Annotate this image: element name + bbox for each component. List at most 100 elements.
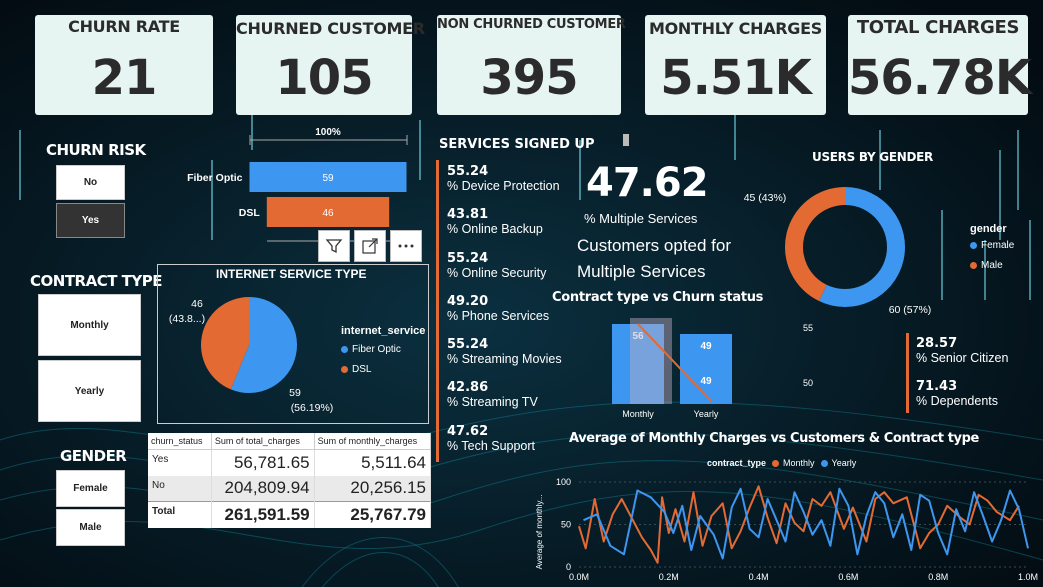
secondary-axis-tick: 50 (803, 378, 813, 388)
y-axis-label: Average of monthly... (535, 495, 544, 570)
pie-label-dsl: 46 (191, 298, 203, 310)
kpi-card-churn-rate: CHURN RATE 21 (35, 15, 213, 115)
table-row: No 204,809.94 20,256.15 (148, 475, 432, 502)
slicer-title-churn-risk: CHURN RISK (46, 141, 146, 159)
matrix-cell: 261,591.59 (211, 501, 315, 528)
service-label: % Streaming TV (447, 395, 538, 410)
multiple-services-label: % Multiple Services (584, 211, 698, 226)
legend-label: DSL (352, 364, 372, 375)
legend-dot-female (970, 242, 977, 249)
service-value: 55.24 (447, 250, 489, 266)
internet-service-title: INTERNET SERVICE TYPE (216, 267, 367, 281)
x-tick-label: 0.4M (749, 572, 769, 582)
matrix-cell: 20,256.15 (314, 475, 432, 502)
funnel-category-label: Fiber Optic (187, 172, 243, 184)
pie-label-fiber-optic-pct: (56.19%) (291, 402, 334, 414)
kpi-card-monthly-charges: MONTHLY CHARGES 5.51K (645, 15, 826, 115)
category-label: Yearly (694, 409, 719, 419)
users-by-gender-title: USERS BY GENDER (812, 150, 933, 164)
filter-icon[interactable] (318, 230, 350, 262)
slicer-option-male[interactable]: Male (56, 509, 125, 546)
legend-fiber-optic: Fiber Optic (341, 344, 401, 355)
matrix-header[interactable]: Sum of total_charges (211, 433, 315, 450)
contract-vs-churn-chart: 56Monthly49Yearly49 55 50 (612, 318, 813, 419)
kpi-label: TOTAL CHARGES (856, 17, 1020, 38)
x-tick-label: 0.2M (659, 572, 679, 582)
legend-label: Monthly (783, 458, 815, 468)
slicer-option-monthly[interactable]: Monthly (38, 294, 141, 356)
funnel-chart: 100% 59 Fiber Optic 46 DSL (187, 127, 408, 242)
legend-dot-yearly (820, 459, 828, 467)
legend-female: Female (970, 240, 1014, 251)
users-by-gender-donut: 45 (43%) 60 (57%) (744, 187, 931, 316)
matrix-row-label: Total (148, 501, 212, 528)
service-value: 42.86 (447, 380, 489, 396)
legend-dsl: DSL (341, 364, 371, 375)
service-value: 55.24 (447, 164, 489, 179)
service-label: % Phone Services (447, 308, 550, 323)
kpi-card-total-charges: TOTAL CHARGES 56.78K (848, 15, 1032, 115)
more-options-icon[interactable] (390, 230, 422, 262)
monthly-charges-line-chart: Average of monthly... 0 50 100 0.0M 0.2M 0.4M… (535, 477, 1038, 582)
services-list: 55.24% Device Protection 43.81% Online Ba… (447, 164, 587, 467)
demographic-item: 71.43% Dependents (916, 379, 1036, 422)
funnel-category-label: DSL (239, 207, 261, 219)
kpi-value: 56.78K (848, 50, 1032, 106)
services-title: SERVICES SIGNED UP (439, 137, 595, 152)
funnel-top-label: 100% (315, 127, 341, 138)
bar-value-label: 49 (700, 341, 712, 352)
service-item: 43.81% Online Backup (447, 207, 587, 250)
service-label: % Streaming Movies (447, 352, 562, 367)
demographic-item: 28.57% Senior Citizen (916, 336, 1036, 379)
gender-legend-title: gender (970, 223, 1007, 235)
focus-mode-icon[interactable] (354, 230, 386, 262)
donut-label-male: 45 (43%) (744, 192, 787, 204)
y-tick-label: 50 (561, 520, 571, 530)
scroll-handle[interactable] (623, 134, 629, 146)
table-row: Yes 56,781.65 5,511.64 (148, 449, 432, 476)
demographic-value: 71.43 (916, 379, 958, 394)
table-total-row: Total 261,591.59 25,767.79 (148, 501, 432, 528)
matrix-row-label: No (148, 475, 212, 502)
legend-monthly: Monthly (772, 458, 815, 468)
kpi-label: NON CHURNED CUSTOMER (437, 17, 626, 32)
service-value: 47.62 (447, 423, 489, 439)
internet-service-legend-title: internet_service (341, 325, 426, 337)
service-item: 55.24% Online Security (447, 251, 587, 294)
demographic-label: % Senior Citizen (916, 351, 1009, 365)
demographic-label: % Dependents (916, 394, 999, 408)
slicer-option-female[interactable]: Female (56, 470, 125, 507)
slicer-option-no[interactable]: No (56, 165, 125, 200)
matrix-header[interactable]: churn_status (148, 433, 212, 450)
kpi-label: MONTHLY CHARGES (648, 19, 822, 38)
kpi-value: 395 (480, 50, 578, 106)
legend-male: Male (970, 260, 1003, 271)
legend-dot-dsl (341, 366, 348, 373)
services-divider (436, 160, 439, 462)
slicer-option-yearly[interactable]: Yearly (38, 360, 141, 422)
matrix-cell: 204,809.94 (211, 475, 315, 502)
matrix-header[interactable]: Sum of monthly_charges (314, 433, 432, 450)
y-tick-label: 100 (556, 477, 571, 487)
kpi-label: CHURNED CUSTOMER (236, 19, 425, 38)
multiple-services-value: 47.62 (586, 160, 709, 206)
legend-label: Male (981, 260, 1003, 271)
funnel-value-label: 46 (322, 208, 334, 219)
legend-label: Yearly (831, 458, 857, 468)
kpi-value: 5.51K (660, 50, 812, 106)
slicer-title-contract-type: CONTRACT TYPE (30, 272, 163, 290)
monthly-charges-legend: contract_type Monthly Yearly (707, 458, 856, 468)
service-label: % Tech Support (447, 438, 536, 453)
x-tick-label: 1.0M (1018, 572, 1038, 582)
legend-label: Fiber Optic (352, 344, 401, 355)
pie-label-dsl-pct: (43.8...) (169, 313, 205, 325)
slicer-option-yes[interactable]: Yes (56, 203, 125, 238)
donut-slice[interactable] (785, 187, 845, 302)
matrix-cell: 25,767.79 (314, 501, 432, 528)
legend-dot-monthly (772, 459, 780, 467)
highlight-overlay (630, 318, 672, 404)
service-value: 55.24 (447, 337, 489, 353)
legend-yearly: Yearly (820, 458, 857, 468)
monthly-charges-title: Average of Monthly Charges vs Customers … (569, 431, 979, 446)
service-item: 55.24% Device Protection (447, 164, 587, 207)
